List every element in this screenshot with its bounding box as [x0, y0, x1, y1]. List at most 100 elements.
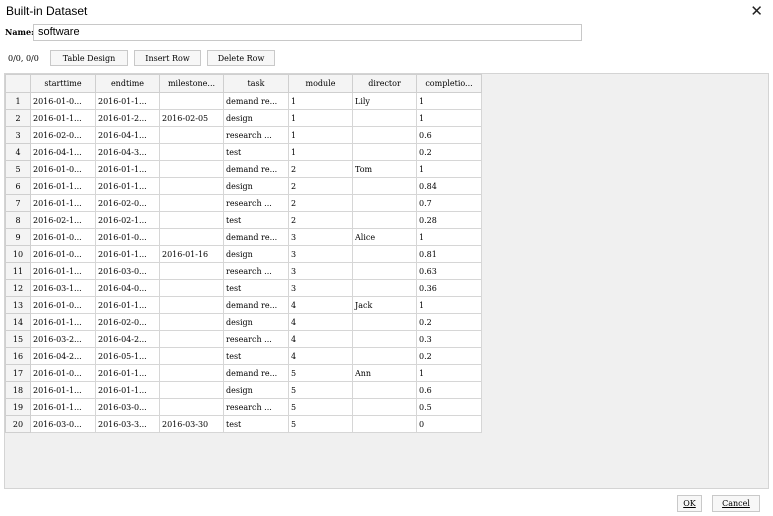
column-header[interactable]: task: [223, 74, 289, 93]
cell-completion[interactable]: 0.81: [416, 245, 482, 263]
cell-milestone[interactable]: [159, 398, 224, 416]
cell-director[interactable]: [352, 177, 417, 195]
row-number[interactable]: 8: [5, 211, 31, 229]
row-number[interactable]: 3: [5, 126, 31, 144]
cell-milestone[interactable]: [159, 262, 224, 280]
cell-director[interactable]: Tom: [352, 160, 417, 178]
cell-director[interactable]: [352, 109, 417, 127]
cell-endtime[interactable]: 2016-01-1...: [95, 177, 160, 195]
cell-milestone[interactable]: [159, 92, 224, 110]
cell-module[interactable]: 1: [288, 126, 353, 144]
cell-task[interactable]: test: [223, 279, 289, 297]
cell-task[interactable]: demand re...: [223, 92, 289, 110]
cell-milestone[interactable]: [159, 296, 224, 314]
column-header[interactable]: endtime: [95, 74, 160, 93]
table-row[interactable]: 4 2016-04-1... 2016-04-3... test 1 0.2: [5, 143, 482, 161]
cell-milestone[interactable]: [159, 279, 224, 297]
cell-endtime[interactable]: 2016-04-2...: [95, 330, 160, 348]
cell-starttime[interactable]: 2016-01-1...: [30, 177, 96, 195]
cell-director[interactable]: [352, 415, 417, 433]
cell-task[interactable]: test: [223, 415, 289, 433]
cell-endtime[interactable]: 2016-02-0...: [95, 313, 160, 331]
cell-director[interactable]: [352, 313, 417, 331]
cell-starttime[interactable]: 2016-04-2...: [30, 347, 96, 365]
cancel-button[interactable]: Cancel: [712, 495, 760, 512]
cell-milestone[interactable]: [159, 364, 224, 382]
cell-completion[interactable]: 0.2: [416, 347, 482, 365]
table-row[interactable]: 9 2016-01-0... 2016-01-0... demand re... 3 Al…: [5, 228, 482, 246]
table-row[interactable]: 16 2016-04-2... 2016-05-1... test 4 0.2: [5, 347, 482, 365]
cell-module[interactable]: 2: [288, 177, 353, 195]
cell-completion[interactable]: 1: [416, 228, 482, 246]
row-number[interactable]: 7: [5, 194, 31, 212]
cell-milestone[interactable]: [159, 347, 224, 365]
cell-completion[interactable]: 0.63: [416, 262, 482, 280]
cell-task[interactable]: research ...: [223, 262, 289, 280]
insert-row-button[interactable]: Insert Row: [134, 50, 201, 66]
column-header[interactable]: completio...: [416, 74, 482, 93]
row-number[interactable]: 2: [5, 109, 31, 127]
table-row[interactable]: 10 2016-01-0... 2016-01-1... 2016-01-16 desi…: [5, 245, 482, 263]
cell-endtime[interactable]: 2016-03-3...: [95, 415, 160, 433]
column-header[interactable]: milestone...: [159, 74, 224, 93]
row-number[interactable]: 10: [5, 245, 31, 263]
close-icon[interactable]: ✕: [750, 2, 763, 20]
cell-starttime[interactable]: 2016-03-1...: [30, 279, 96, 297]
cell-milestone[interactable]: [159, 126, 224, 144]
table-row[interactable]: 14 2016-01-1... 2016-02-0... design 4 0.2: [5, 313, 482, 331]
cell-endtime[interactable]: 2016-01-1...: [95, 160, 160, 178]
cell-module[interactable]: 5: [288, 381, 353, 399]
column-header[interactable]: starttime: [30, 74, 96, 93]
cell-task[interactable]: test: [223, 143, 289, 161]
cell-director[interactable]: [352, 347, 417, 365]
row-number[interactable]: 12: [5, 279, 31, 297]
cell-module[interactable]: 4: [288, 347, 353, 365]
row-number[interactable]: 11: [5, 262, 31, 280]
cell-milestone[interactable]: [159, 211, 224, 229]
cell-endtime[interactable]: 2016-01-1...: [95, 381, 160, 399]
cell-endtime[interactable]: 2016-01-0...: [95, 228, 160, 246]
cell-module[interactable]: 2: [288, 211, 353, 229]
cell-endtime[interactable]: 2016-01-2...: [95, 109, 160, 127]
cell-starttime[interactable]: 2016-01-1...: [30, 194, 96, 212]
cell-endtime[interactable]: 2016-03-0...: [95, 398, 160, 416]
cell-milestone[interactable]: [159, 194, 224, 212]
cell-completion[interactable]: 0.28: [416, 211, 482, 229]
cell-starttime[interactable]: 2016-02-1...: [30, 211, 96, 229]
cell-director[interactable]: [352, 245, 417, 263]
table-row[interactable]: 18 2016-01-1... 2016-01-1... design 5 0.6: [5, 381, 482, 399]
cell-starttime[interactable]: 2016-01-0...: [30, 364, 96, 382]
row-number[interactable]: 6: [5, 177, 31, 195]
cell-milestone[interactable]: [159, 330, 224, 348]
cell-director[interactable]: [352, 194, 417, 212]
cell-endtime[interactable]: 2016-01-1...: [95, 364, 160, 382]
cell-milestone[interactable]: [159, 228, 224, 246]
table-row[interactable]: 8 2016-02-1... 2016-02-1... test 2 0.28: [5, 211, 482, 229]
cell-task[interactable]: demand re...: [223, 228, 289, 246]
cell-module[interactable]: 2: [288, 160, 353, 178]
cell-task[interactable]: demand re...: [223, 296, 289, 314]
cell-endtime[interactable]: 2016-04-1...: [95, 126, 160, 144]
table-row[interactable]: 20 2016-03-0... 2016-03-3... 2016-03-30 test…: [5, 415, 482, 433]
cell-completion[interactable]: 0.6: [416, 381, 482, 399]
cell-task[interactable]: design: [223, 245, 289, 263]
cell-task[interactable]: demand re...: [223, 160, 289, 178]
table-row[interactable]: 15 2016-03-2... 2016-04-2... research ... 4 0…: [5, 330, 482, 348]
row-number[interactable]: 18: [5, 381, 31, 399]
cell-completion[interactable]: 1: [416, 160, 482, 178]
cell-completion[interactable]: 1: [416, 364, 482, 382]
cell-director[interactable]: Ann: [352, 364, 417, 382]
cell-task[interactable]: design: [223, 109, 289, 127]
row-number[interactable]: 20: [5, 415, 31, 433]
table-row[interactable]: 5 2016-01-0... 2016-01-1... demand re... 2 To…: [5, 160, 482, 178]
row-number[interactable]: 4: [5, 143, 31, 161]
cell-director[interactable]: Lily: [352, 92, 417, 110]
cell-milestone[interactable]: [159, 160, 224, 178]
cell-module[interactable]: 3: [288, 279, 353, 297]
cell-completion[interactable]: 1: [416, 109, 482, 127]
cell-task[interactable]: research ...: [223, 398, 289, 416]
table-row[interactable]: 7 2016-01-1... 2016-02-0... research ... 2 0.…: [5, 194, 482, 212]
column-header[interactable]: director: [352, 74, 417, 93]
cell-starttime[interactable]: 2016-01-1...: [30, 109, 96, 127]
cell-starttime[interactable]: 2016-01-1...: [30, 381, 96, 399]
